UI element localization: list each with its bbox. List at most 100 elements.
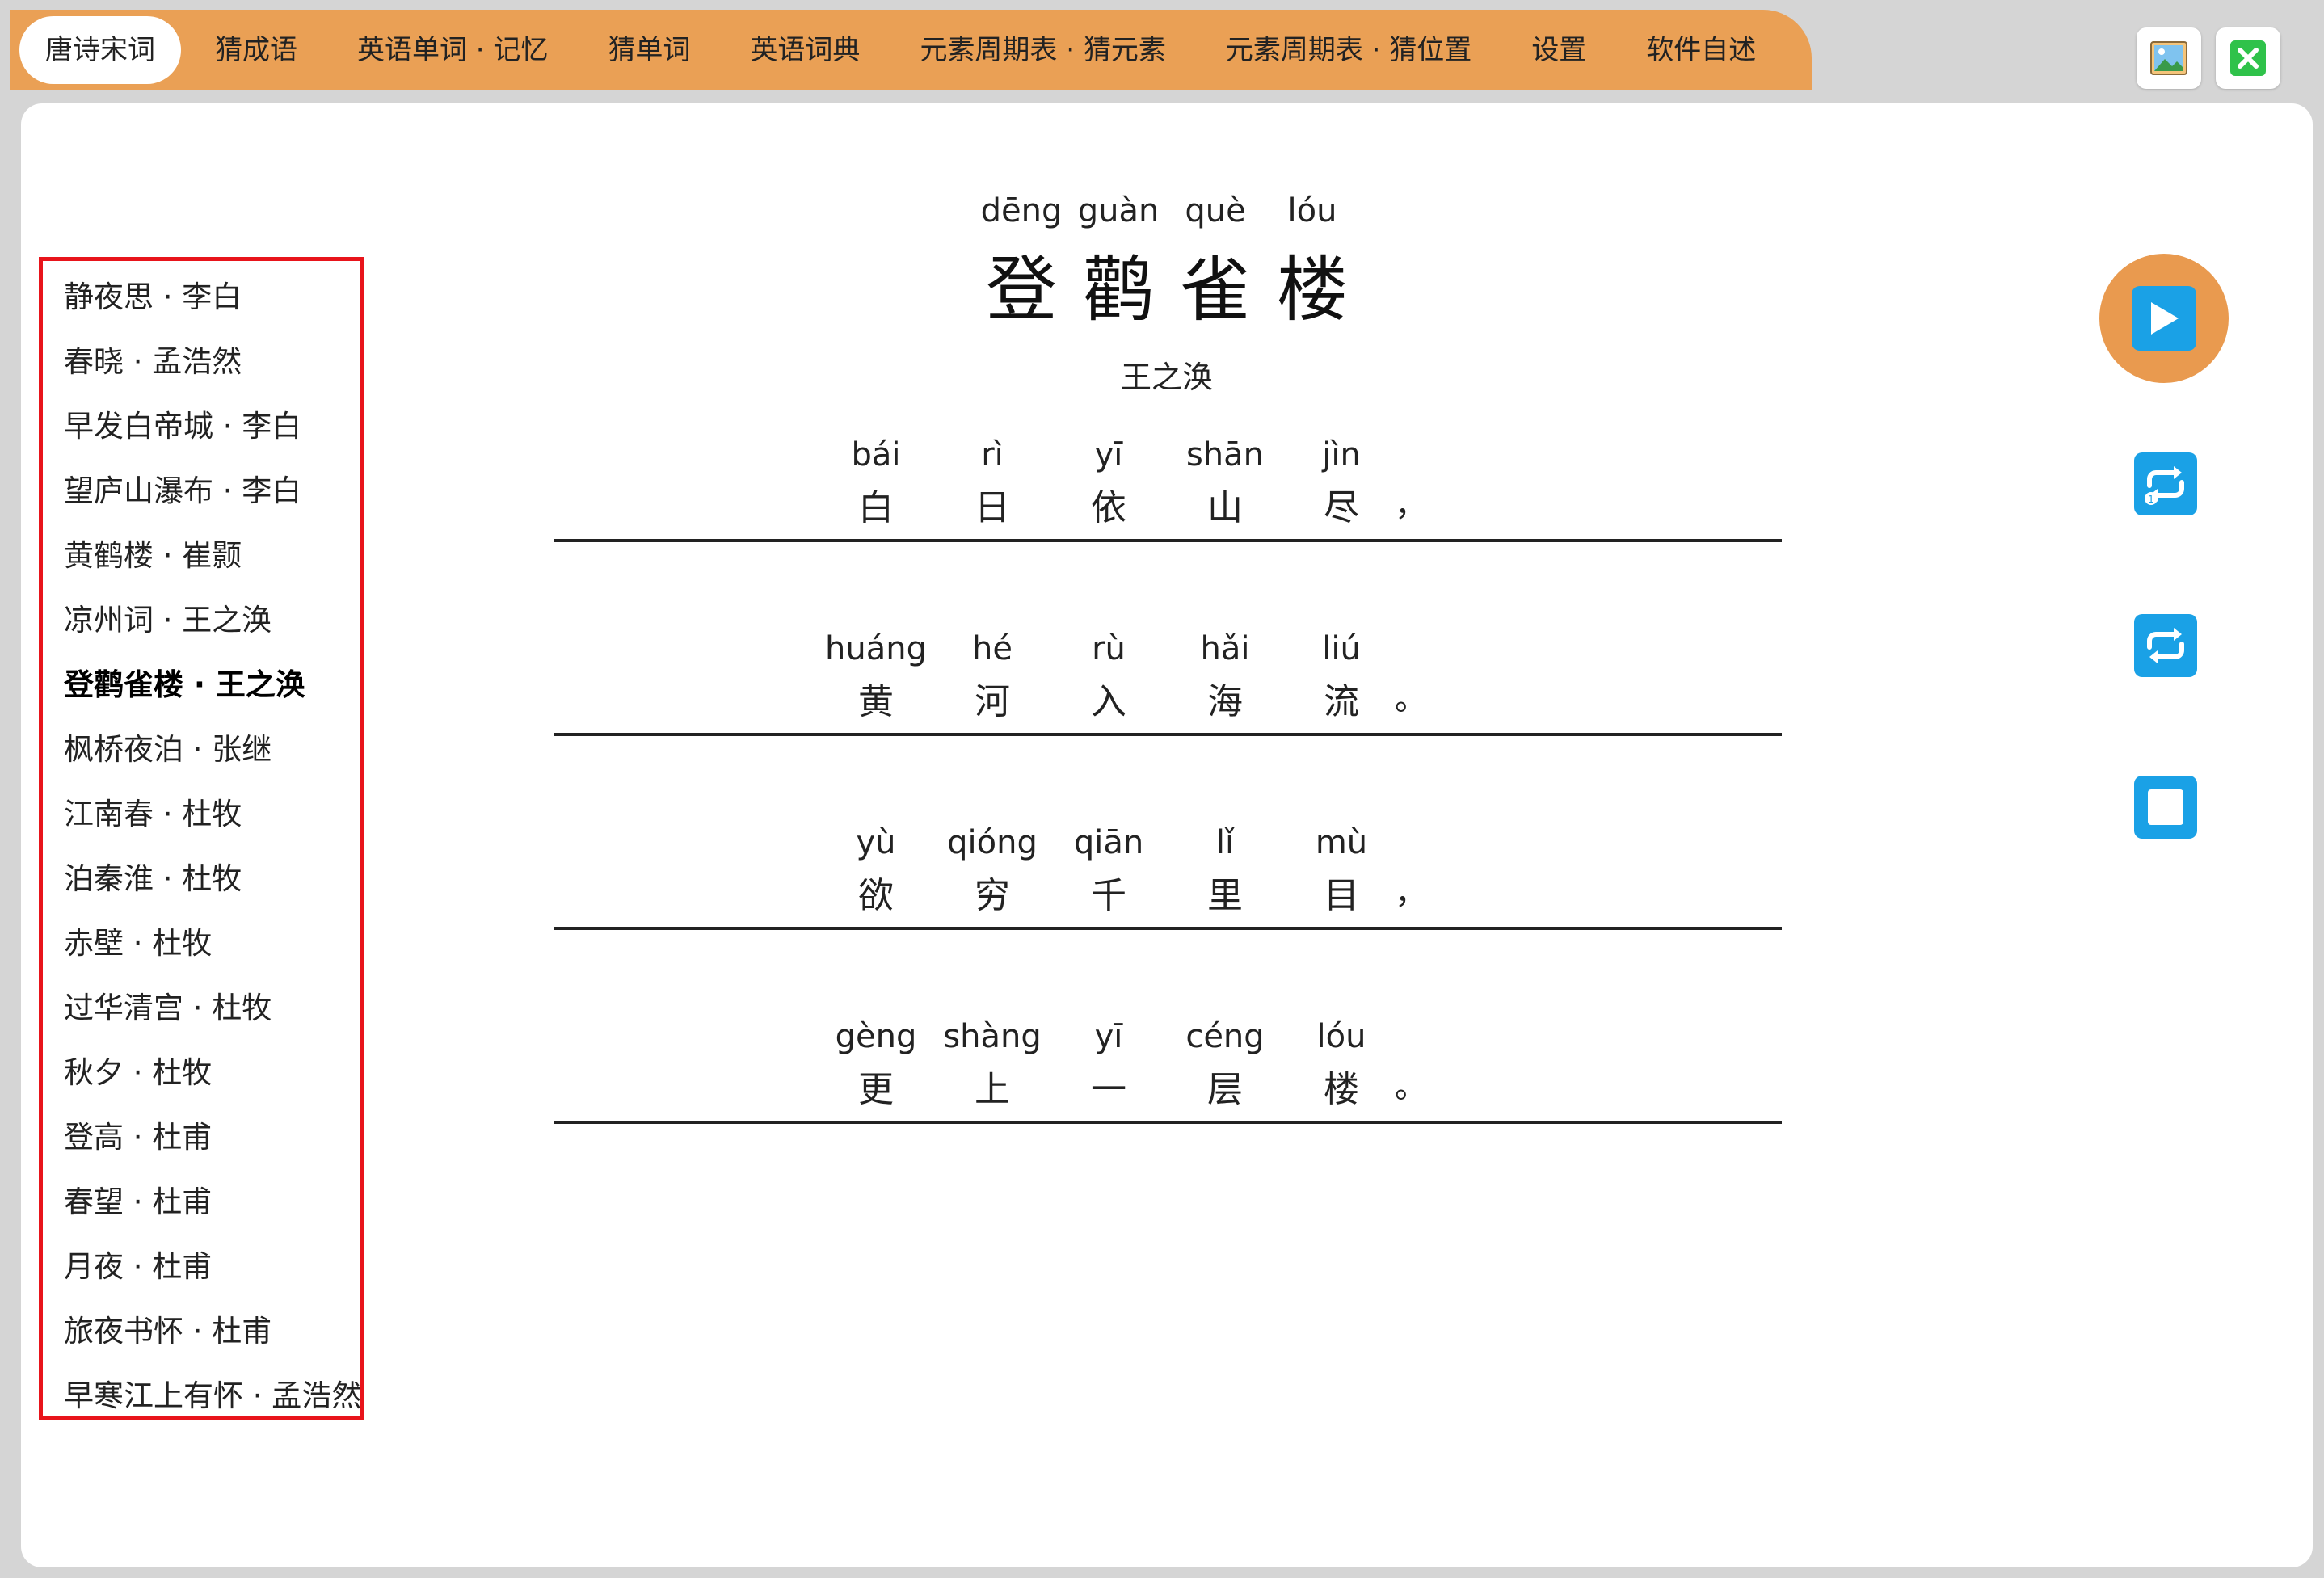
hanzi: 河	[975, 681, 1010, 722]
pinyin: lǐ	[1215, 824, 1235, 861]
pinyin: hǎi	[1200, 630, 1250, 667]
hanzi: 更	[858, 1069, 894, 1110]
poem-list-item[interactable]: 静夜思 · 李白	[64, 272, 242, 316]
hanzi: 上	[975, 1069, 1010, 1110]
poem-list-item[interactable]: 春晓 · 孟浩然	[64, 337, 242, 381]
title-char: 雀	[1179, 248, 1252, 331]
play-icon	[2132, 286, 2196, 351]
poem-list-item[interactable]: 凉州词 · 王之涣	[64, 595, 272, 639]
hanzi: 欲	[858, 875, 894, 916]
line-divider	[554, 539, 1782, 542]
poem-list-item[interactable]: 春望 · 杜甫	[64, 1177, 212, 1221]
close-icon	[2230, 40, 2266, 76]
poem-list: 静夜思 · 李白 春晓 · 孟浩然 早发白帝城 · 李白 望庐山瀑布 · 李白 …	[39, 257, 364, 1420]
hanzi: 里	[1207, 875, 1243, 916]
hanzi: 目	[1324, 875, 1359, 916]
hanzi: 黄	[858, 681, 894, 722]
repeat-once-icon: 1	[2145, 466, 2184, 505]
tab-about[interactable]: 软件自述	[1620, 16, 1782, 84]
poem-list-item[interactable]: 望庐山瀑布 · 李白	[64, 466, 301, 510]
title-pinyin: dēng	[980, 192, 1063, 229]
pinyin: yù	[856, 824, 896, 861]
poem-list-item[interactable]: 泊秦淮 · 杜牧	[64, 854, 242, 898]
pinyin: lóu	[1316, 1018, 1366, 1055]
poem-list-item[interactable]: 江南春 · 杜牧	[64, 789, 242, 833]
pinyin: rù	[1092, 630, 1126, 667]
stop-icon	[2148, 789, 2183, 825]
hanzi: 楼	[1324, 1069, 1359, 1110]
pinyin: hé	[972, 630, 1013, 667]
play-button[interactable]	[2099, 254, 2229, 383]
pinyin: céng	[1185, 1018, 1265, 1055]
poem-list-item-selected[interactable]: 登鹳雀楼 · 王之涣	[64, 660, 305, 704]
tab-periodic-guess-element[interactable]: 元素周期表 · 猜元素	[894, 16, 1191, 84]
poem-list-item[interactable]: 赤壁 · 杜牧	[64, 919, 212, 962]
title-char: 鹳	[1082, 248, 1155, 331]
repeat-icon	[2147, 628, 2184, 663]
image-button[interactable]	[2137, 27, 2201, 89]
pinyin: rì	[981, 436, 1004, 473]
title-pinyin: guàn	[1077, 192, 1160, 229]
poem-list-item[interactable]: 枫桥夜泊 · 张继	[64, 725, 272, 768]
hanzi: 一	[1091, 1069, 1126, 1110]
svg-text:1: 1	[2148, 494, 2154, 505]
pinyin: bái	[851, 436, 901, 473]
punctuation: 。	[1395, 1068, 1427, 1105]
poem-list-item[interactable]: 月夜 · 杜甫	[64, 1242, 212, 1286]
hanzi: 白	[858, 487, 894, 528]
line-divider	[554, 1121, 1782, 1124]
punctuation: ，	[1395, 486, 1427, 524]
main-panel	[21, 103, 2313, 1567]
hanzi: 依	[1091, 487, 1126, 528]
tab-guess-idiom[interactable]: 猜成语	[189, 16, 323, 84]
tab-guess-word[interactable]: 猜单词	[582, 16, 716, 84]
title-pinyin: lóu	[1287, 192, 1337, 229]
title-char: 登	[985, 248, 1058, 331]
poem-list-item[interactable]: 早发白帝城 · 李白	[64, 402, 301, 445]
poem-list-item[interactable]: 早寒江上有怀 · 孟浩然	[64, 1371, 361, 1415]
pinyin: shàng	[943, 1018, 1042, 1055]
image-icon	[2150, 41, 2187, 75]
hanzi: 层	[1207, 1069, 1243, 1110]
punctuation: ，	[1395, 874, 1427, 911]
title-pinyin: què	[1185, 192, 1246, 229]
hanzi: 尽	[1324, 487, 1359, 528]
hanzi: 穷	[975, 875, 1010, 916]
line-divider	[554, 733, 1782, 736]
close-button[interactable]	[2216, 27, 2280, 89]
hanzi: 入	[1091, 681, 1126, 722]
hanzi: 海	[1207, 681, 1243, 722]
pinyin: qióng	[947, 824, 1038, 861]
tab-periodic-guess-position[interactable]: 元素周期表 · 猜位置	[1200, 16, 1497, 84]
tab-tang-poems[interactable]: 唐诗宋词	[19, 16, 181, 84]
line-divider	[554, 927, 1782, 930]
pinyin: jìn	[1322, 436, 1361, 473]
pinyin: qiān	[1073, 824, 1144, 861]
hanzi: 山	[1207, 487, 1243, 528]
title-char: 楼	[1276, 248, 1349, 331]
hanzi: 日	[975, 487, 1010, 528]
poem-list-item[interactable]: 黄鹤楼 · 崔颢	[64, 531, 242, 574]
stop-button[interactable]	[2134, 776, 2197, 839]
hanzi: 千	[1091, 875, 1126, 916]
poem-list-item[interactable]: 过华清宫 · 杜牧	[64, 983, 272, 1027]
poem-author: 王之涣	[1120, 360, 1214, 395]
pinyin: yī	[1094, 436, 1123, 473]
pinyin: mù	[1315, 824, 1368, 861]
pinyin: liú	[1322, 630, 1361, 667]
tab-settings[interactable]: 设置	[1505, 16, 1612, 84]
tab-english-words-memory[interactable]: 英语单词 · 记忆	[331, 16, 574, 84]
pinyin: huáng	[825, 630, 927, 667]
pinyin: shān	[1185, 436, 1265, 473]
punctuation: 。	[1395, 680, 1427, 717]
repeat-button[interactable]	[2134, 614, 2197, 677]
poem-list-item[interactable]: 登高 · 杜甫	[64, 1113, 212, 1156]
poem-list-item[interactable]: 旅夜书怀 · 杜甫	[64, 1307, 272, 1350]
tab-english-dictionary[interactable]: 英语词典	[724, 16, 886, 84]
pinyin: yī	[1094, 1018, 1123, 1055]
poem-list-item[interactable]: 秋夕 · 杜牧	[64, 1048, 212, 1092]
hanzi: 流	[1324, 681, 1359, 722]
repeat-once-button[interactable]: 1	[2134, 452, 2197, 515]
tab-list: 唐诗宋词 猜成语 英语单词 · 记忆 猜单词 英语词典 元素周期表 · 猜元素 …	[19, 16, 1790, 84]
pinyin: gèng	[835, 1018, 917, 1055]
